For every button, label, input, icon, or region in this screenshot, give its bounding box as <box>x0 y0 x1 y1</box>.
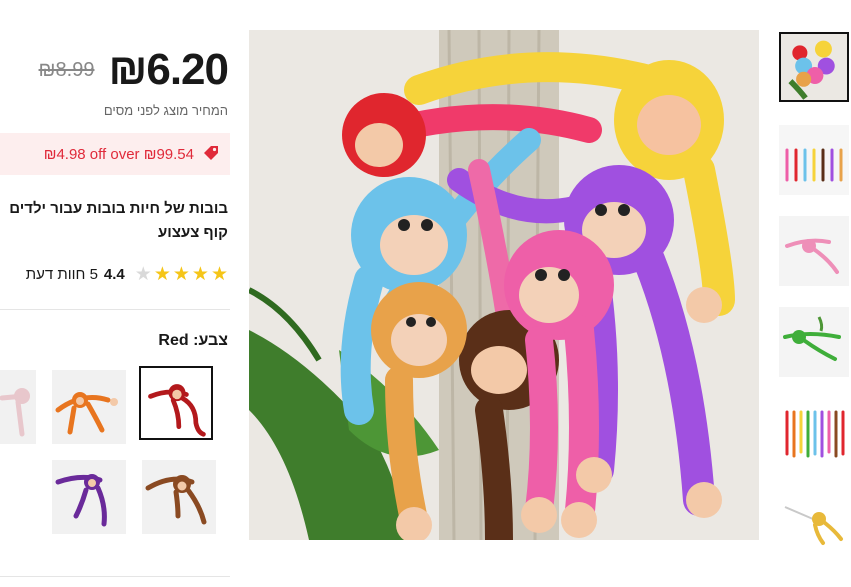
swatch-orange[interactable] <box>52 370 126 444</box>
thumbnail-green-image <box>779 307 849 377</box>
swatch-pink[interactable] <box>0 370 36 444</box>
thumbnail-6[interactable] <box>779 489 849 559</box>
monkey-brown-image <box>145 475 207 525</box>
rating-row[interactable]: ★ ★ ★ ★ ★ 4.4 5 חוות דעת <box>26 265 228 284</box>
star-half-icon: ★ <box>134 264 152 285</box>
star-rating: ★ ★ ★ ★ ★ <box>135 265 228 284</box>
monkey-pink-image <box>0 388 30 437</box>
price-row: ₪6.20 ₪8.99 <box>38 45 229 94</box>
thumbnail-3[interactable] <box>779 216 849 286</box>
swatch-brown[interactable] <box>142 460 216 534</box>
thumbnail-yellow-image <box>779 489 849 559</box>
color-label: צבע: Red <box>158 332 228 349</box>
star-icon: ★ <box>210 264 228 285</box>
thumbnail-pink-image <box>779 216 849 286</box>
thumbnail-row-image <box>779 125 849 195</box>
original-price: ₪8.99 <box>38 58 95 81</box>
swatch-purple[interactable] <box>52 460 126 534</box>
thumbnail-2[interactable] <box>779 125 849 195</box>
monkey-orange-image <box>55 392 118 435</box>
promo-banner[interactable]: ₪4.98 off over ₪99.54 <box>0 133 230 175</box>
main-product-image[interactable] <box>249 30 759 540</box>
thumbnail-1[interactable] <box>779 32 849 102</box>
selected-color: Red <box>158 332 189 349</box>
tag-icon <box>202 145 220 163</box>
star-icon: ★ <box>153 264 171 285</box>
thumbnail-5[interactable] <box>779 398 849 468</box>
monkey-red-image <box>141 368 211 438</box>
product-info-panel: ₪6.20 ₪8.99 המחיר מוצג לפני מסים ₪4.98 o… <box>0 0 230 587</box>
rating-value: 4.4 <box>103 266 125 283</box>
star-icon: ★ <box>172 264 190 285</box>
thumbnail-rainbow-image <box>779 398 849 468</box>
monkey-bundle-photo <box>249 30 759 540</box>
review-count[interactable]: 5 חוות דעת <box>26 266 98 283</box>
thumbnail-4[interactable] <box>779 307 849 377</box>
promo-text: ₪4.98 off over ₪99.54 <box>43 145 194 163</box>
tax-note: המחיר מוצג לפני מסים <box>103 103 228 118</box>
title-line-1: בובות של חיות בובות עבור ילדים <box>9 200 228 217</box>
swatch-red[interactable] <box>139 366 213 440</box>
product-title[interactable]: בובות של חיות בובות עבור ילדים קוף צעצוע <box>0 197 228 245</box>
current-price: ₪6.20 <box>108 45 229 94</box>
thumbnail-group-image <box>781 34 847 100</box>
divider <box>0 576 230 577</box>
title-line-2: קוף צעצוע <box>158 224 228 241</box>
divider <box>0 309 230 310</box>
monkey-purple-image <box>55 474 107 527</box>
star-icon: ★ <box>191 264 209 285</box>
